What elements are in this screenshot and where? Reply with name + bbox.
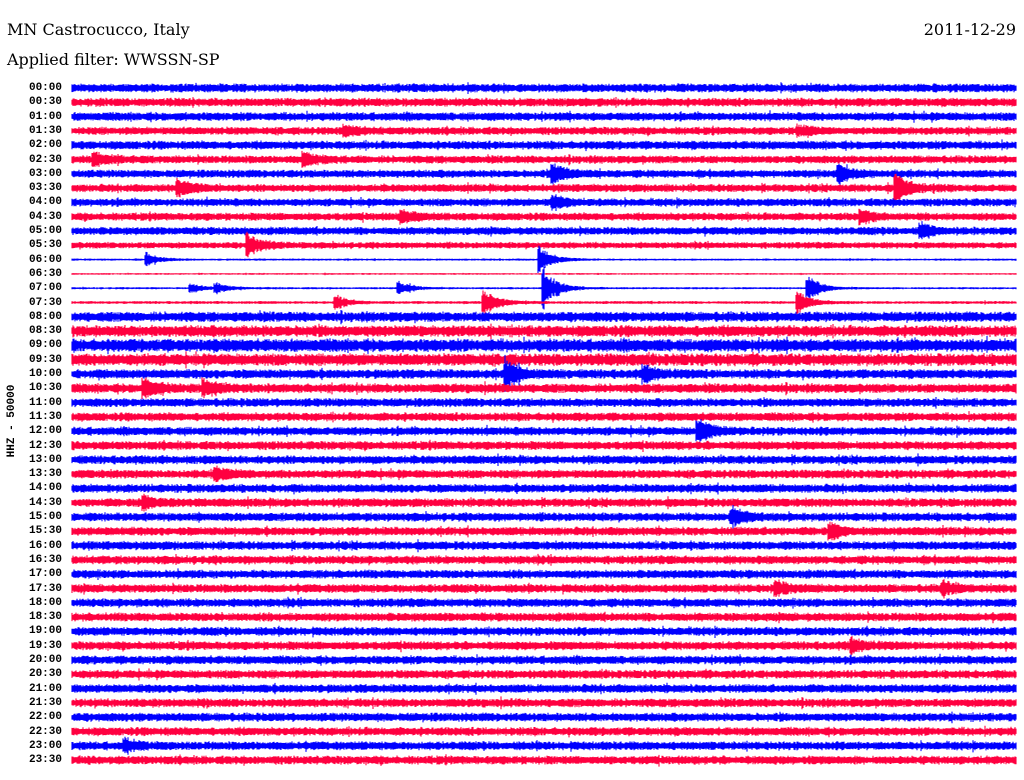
trace-row-0000 [71,82,1017,94]
trace-row-1830 [71,611,1017,624]
trace-row-1500 [71,505,1017,529]
trace-row-1700 [71,568,1017,580]
trace-row-2330 [71,754,1017,767]
trace-row-2300 [71,736,1017,755]
trace-row-1930 [71,636,1017,656]
trace-row-1730 [71,579,1017,599]
trace-row-1030 [71,377,1017,399]
trace-row-0930 [71,351,1017,369]
trace-row-2130 [71,696,1017,710]
trace-row-0400 [71,194,1017,211]
trace-row-1200 [71,419,1017,442]
trace-row-2030 [71,668,1017,681]
trace-row-0900 [71,335,1017,355]
trace-row-0200 [71,139,1017,152]
trace-row-1630 [71,553,1017,566]
trace-row-1530 [71,521,1017,541]
trace-row-1130 [71,411,1017,423]
trace-row-1600 [71,539,1017,553]
trace-row-1100 [71,397,1017,409]
trace-row-0030 [71,97,1017,109]
trace-row-1430 [71,493,1017,512]
helicorder-plot [71,82,1017,767]
trace-row-1230 [71,439,1017,452]
trace-row-2230 [71,725,1017,738]
trace-row-0300 [71,163,1017,185]
trace-row-0100 [71,110,1017,123]
trace-row-2200 [71,711,1017,724]
trace-row-0830 [71,323,1017,340]
trace-row-2000 [71,653,1017,666]
trace-row-0500 [71,221,1017,240]
trace-row-1400 [71,482,1017,495]
trace-row-0230 [71,150,1017,168]
trace-row-0130 [71,123,1017,138]
trace-row-0800 [71,310,1017,325]
trace-row-1300 [71,453,1017,467]
trace-row-1330 [71,465,1017,483]
trace-row-2100 [71,682,1017,695]
trace-row-0430 [71,208,1017,226]
trace-row-1900 [71,625,1017,638]
trace-row-1800 [71,596,1017,609]
